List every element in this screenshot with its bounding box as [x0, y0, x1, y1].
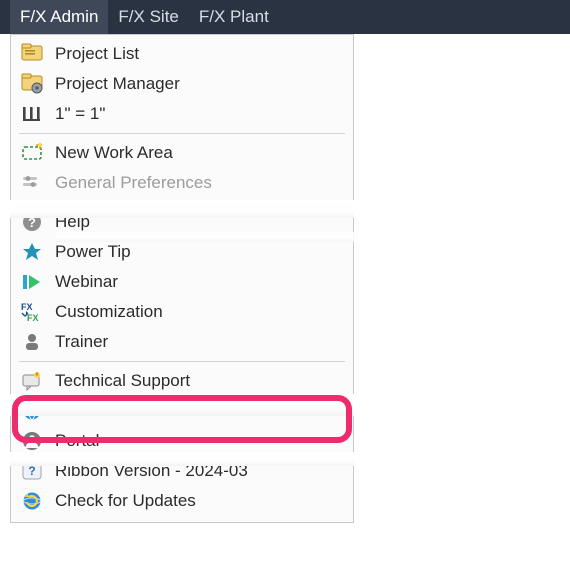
menubar-item-fx-plant[interactable]: F/X Plant [189, 0, 279, 34]
svg-text:FX: FX [27, 313, 39, 323]
menu-item-help[interactable]: ? Help [13, 207, 351, 237]
svg-text:?: ? [28, 464, 35, 478]
support-icon [19, 368, 45, 394]
project-list-icon [19, 41, 45, 67]
menu-item-label: Trainer [55, 332, 108, 352]
menu-separator [19, 133, 345, 134]
power-tip-icon [19, 239, 45, 265]
help-icon: ? [19, 209, 45, 235]
preferences-icon [19, 170, 45, 196]
menu-separator [19, 361, 345, 362]
update-icon [19, 488, 45, 514]
menu-item-label: Portal [55, 431, 99, 451]
menu-item-label: Help [55, 212, 90, 232]
svg-text:FX: FX [21, 302, 33, 312]
ribbon-version-icon: ? [19, 458, 45, 484]
menu-separator [19, 202, 345, 203]
play-icon [19, 269, 45, 295]
scale-icon [19, 101, 45, 127]
menu-item-general-preferences[interactable]: General Preferences [13, 168, 351, 198]
menu-item-ribbon-version[interactable]: ? Ribbon Version - 2024-03 [13, 456, 351, 486]
trainer-icon [19, 329, 45, 355]
svg-text:?: ? [28, 215, 36, 230]
globe-icon [19, 398, 45, 424]
menu-item-label: General Preferences [55, 173, 212, 193]
menu-item-label: Project Manager [55, 74, 180, 94]
menu-item-check-updates[interactable]: Check for Updates [13, 486, 351, 516]
fx-icon: FX FX [19, 299, 45, 325]
menubar-item-fx-admin[interactable]: F/X Admin [10, 0, 108, 34]
menu-item-label: Power Tip [55, 242, 131, 262]
menu-item-customization[interactable]: FX FX Customization [13, 297, 351, 327]
menu-item-scale[interactable]: 1" = 1" [13, 99, 351, 129]
work-area-icon [19, 140, 45, 166]
menu-item-label: Ribbon Version - 2024-03 [55, 461, 248, 481]
menu-item-label: Technical Support [55, 371, 190, 391]
menu-item-new-work-area[interactable]: New Work Area [13, 138, 351, 168]
menubar-item-fx-site[interactable]: F/X Site [108, 0, 188, 34]
project-manager-icon [19, 71, 45, 97]
menu-item-label: Project List [55, 44, 139, 64]
menu-item-power-tip[interactable]: Power Tip [13, 237, 351, 267]
menu-item-project-manager[interactable]: Project Manager [13, 69, 351, 99]
menu-item-label: Check for Updates [55, 491, 196, 511]
menu-item-label: New Work Area [55, 143, 173, 163]
menu-item-label: Webinar [55, 272, 118, 292]
menubar: F/X Admin F/X Site F/X Plant [0, 0, 570, 34]
portal-icon [19, 428, 45, 454]
menu-item-technical-support[interactable]: Technical Support [13, 366, 351, 396]
menu-item-label: Customization [55, 302, 163, 322]
menu-item-portal[interactable]: Portal [13, 426, 351, 456]
menu-item-webinar[interactable]: Webinar [13, 267, 351, 297]
menu-item-trainer[interactable]: Trainer [13, 327, 351, 357]
menu-item-label: 1" = 1" [55, 104, 105, 124]
menu-item-remote-assistance[interactable]: Remote Assistance [13, 396, 351, 426]
fx-admin-dropdown: Project List Project Manager [10, 34, 354, 523]
menu-item-label: Remote Assistance [55, 401, 201, 421]
menu-item-project-list[interactable]: Project List [13, 39, 351, 69]
